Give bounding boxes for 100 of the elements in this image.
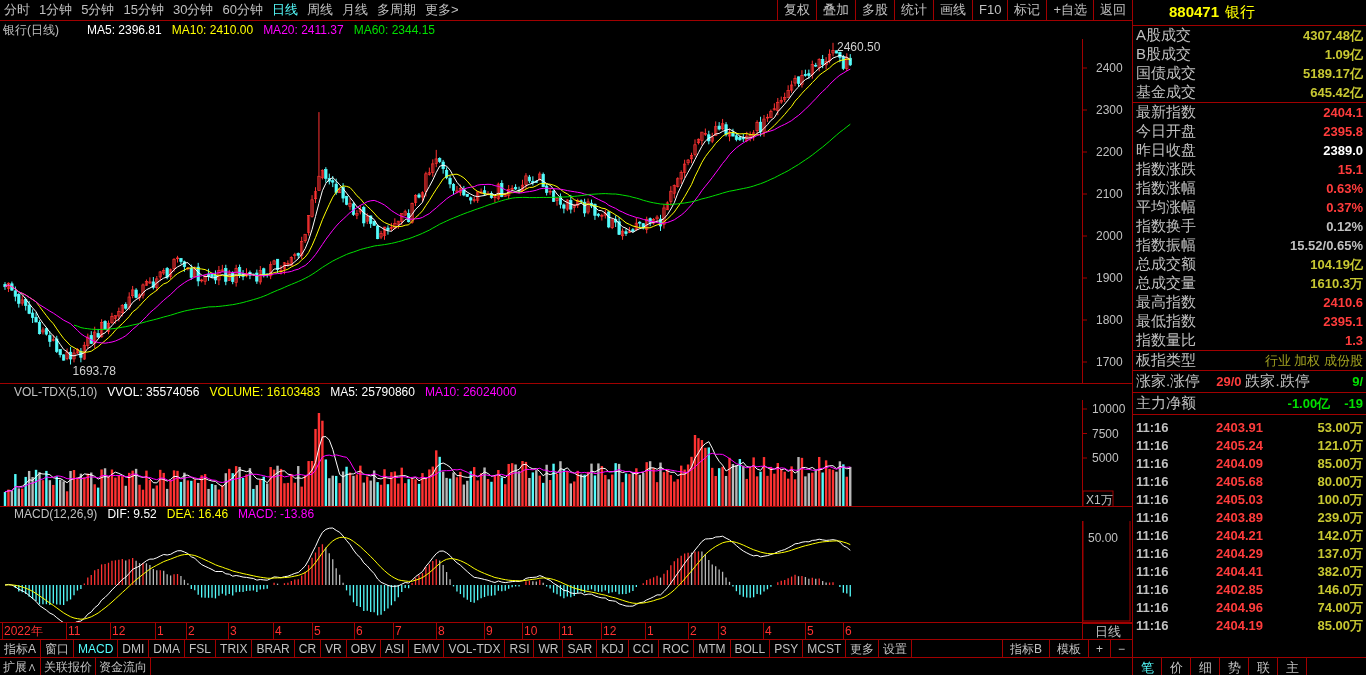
- high-price-label: 2460.50: [837, 39, 881, 54]
- indicator-tab[interactable]: CR: [294, 639, 322, 657]
- indicator-tab[interactable]: MACD: [74, 639, 119, 657]
- period-tab[interactable]: 多周期: [376, 0, 416, 20]
- indicator-tab[interactable]: CCI: [628, 639, 659, 657]
- stat-label: 总成交量: [1136, 273, 1196, 294]
- tick-price: 2404.29: [1216, 545, 1264, 563]
- stat-label: A股成交: [1136, 25, 1191, 46]
- toolbar-button[interactable]: 复权: [777, 0, 816, 20]
- indicator-tab[interactable]: RSI: [505, 639, 535, 657]
- indicator-tab[interactable]: 更多: [846, 639, 880, 657]
- indicator-tab[interactable]: VOL-TDX: [444, 639, 506, 657]
- tick-time: 11:16: [1136, 509, 1170, 527]
- indicator-tab[interactable]: MCST: [803, 639, 847, 657]
- toolbar-button[interactable]: 统计: [894, 0, 933, 20]
- tick-time: 11:16: [1136, 437, 1170, 455]
- toolbar-button[interactable]: 叠加: [816, 0, 855, 20]
- tick-time: 11:16: [1136, 545, 1170, 563]
- indicator-tab[interactable]: ASI: [381, 639, 410, 657]
- indicator-tab[interactable]: −: [1110, 639, 1132, 657]
- stat-label: 国债成交: [1136, 63, 1196, 84]
- indicator-tab[interactable]: WR: [534, 639, 564, 657]
- panel-tab[interactable]: 笔: [1133, 658, 1162, 675]
- indicator-tab[interactable]: DMI: [118, 639, 150, 657]
- period-tab[interactable]: 60分钟: [222, 0, 263, 20]
- panel-tab[interactable]: 势: [1220, 658, 1249, 675]
- indicator-tab[interactable]: OBV: [346, 639, 382, 657]
- toolbar-button[interactable]: 画线: [933, 0, 972, 20]
- indicator-tab[interactable]: TRIX: [216, 639, 253, 657]
- period-tab[interactable]: 5分钟: [81, 0, 115, 20]
- toolbar-button[interactable]: 返回: [1093, 0, 1132, 20]
- indicator-tab[interactable]: MTM: [694, 639, 731, 657]
- bottom-tab[interactable]: 关联报价: [41, 657, 96, 675]
- indicator-tab[interactable]: BRAR: [252, 639, 295, 657]
- indicator-tab[interactable]: KDJ: [597, 639, 629, 657]
- index-name: 银行: [1225, 2, 1256, 23]
- bottom-tab[interactable]: 资金流向: [96, 657, 151, 675]
- stat-label: 板指类型: [1136, 350, 1196, 371]
- stat-value: 行业 加权 成份股: [1264, 351, 1363, 370]
- toolbar-button[interactable]: 多股: [855, 0, 894, 20]
- tick-volume: 382.0万: [1316, 563, 1363, 581]
- axis-label: 4: [763, 622, 772, 639]
- indicator-tab[interactable]: BOLL: [730, 639, 771, 657]
- stat-value: 104.19亿: [1310, 255, 1363, 274]
- bottom-tab[interactable]: 扩展∧: [0, 657, 41, 675]
- legend-value: MA10: 26024000: [424, 383, 517, 401]
- tick-price: 2405.03: [1216, 491, 1264, 509]
- period-tab[interactable]: 15分钟: [123, 0, 164, 20]
- period-tab[interactable]: 日线: [271, 0, 298, 20]
- period-tab[interactable]: 分时: [4, 0, 30, 20]
- axis-label: 9: [484, 622, 493, 639]
- tick-price: 2404.96: [1216, 599, 1264, 617]
- stat-value: 1610.3万: [1310, 274, 1363, 293]
- panel-tab[interactable]: 主: [1278, 658, 1307, 675]
- indicator-tab[interactable]: FSL: [185, 639, 217, 657]
- stat-value: 4307.48亿: [1303, 26, 1363, 45]
- tick-time: 11:16: [1136, 527, 1170, 545]
- panel-tab[interactable]: 联: [1249, 658, 1278, 675]
- tick-volume: 80.00万: [1316, 473, 1363, 491]
- legend-value: MA5: 25790860: [330, 383, 415, 401]
- toolbar-button[interactable]: +自选: [1046, 0, 1093, 20]
- stat-value: 2404.1: [1323, 103, 1363, 122]
- indicator-tab[interactable]: PSY: [770, 639, 804, 657]
- stat-value: 2395.8: [1323, 122, 1363, 141]
- indicator-tab[interactable]: 指标B: [1001, 639, 1049, 657]
- indicator-tab[interactable]: SAR: [563, 639, 598, 657]
- toolbar-button[interactable]: 标记: [1007, 0, 1047, 20]
- toolbar-button[interactable]: F10: [972, 0, 1008, 20]
- axis-label: 2300: [1096, 102, 1123, 117]
- stat-label: 指数振幅: [1136, 235, 1196, 256]
- period-tab[interactable]: 1分钟: [39, 0, 73, 20]
- indicator-tab[interactable]: DMA: [149, 639, 186, 657]
- axis-label: 1900: [1096, 270, 1123, 285]
- indicator-tab[interactable]: 指标A: [0, 639, 41, 657]
- indicator-tab[interactable]: 窗口: [41, 639, 74, 657]
- stat-value: -19: [1344, 394, 1363, 413]
- tick-time: 11:16: [1136, 419, 1170, 437]
- panel-tab[interactable]: 细: [1191, 658, 1220, 675]
- stat-label: 平均涨幅: [1136, 197, 1196, 218]
- indicator-tab[interactable]: VR: [321, 639, 347, 657]
- axis-label: 2100: [1096, 186, 1123, 201]
- tick-time: 11:16: [1136, 455, 1170, 473]
- axis-label: 10000: [1092, 401, 1126, 416]
- indicator-tab[interactable]: ROC: [658, 639, 695, 657]
- tick-price: 2404.19: [1216, 617, 1264, 635]
- period-tab[interactable]: 更多>: [424, 0, 459, 20]
- panel-tab[interactable]: 价: [1162, 658, 1191, 675]
- period-tab[interactable]: 周线: [306, 0, 333, 20]
- legend-value: MACD: -13.86: [238, 505, 315, 523]
- period-tab[interactable]: 月线: [341, 0, 368, 20]
- indicator-tab[interactable]: 设置: [879, 639, 913, 657]
- tick-time: 11:16: [1136, 563, 1170, 581]
- indicator-tab[interactable]: +: [1087, 639, 1110, 657]
- period-tab[interactable]: 30分钟: [172, 0, 214, 20]
- stat-label: 指数换手: [1136, 216, 1196, 237]
- axis-label: 5000: [1092, 450, 1119, 465]
- tick-volume: 142.0万: [1316, 527, 1363, 545]
- axis-label: 1800: [1096, 312, 1123, 327]
- indicator-tab[interactable]: EMV: [409, 639, 445, 657]
- indicator-tab[interactable]: 模板: [1048, 639, 1088, 657]
